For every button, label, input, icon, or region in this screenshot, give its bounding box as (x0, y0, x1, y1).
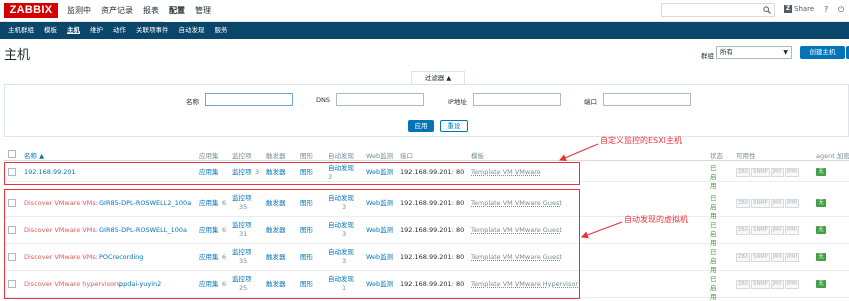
vms-annotation: 自动发现的虚拟机 (624, 215, 688, 224)
annotation-arrows (558, 143, 623, 239)
esxi-arrow (558, 143, 599, 161)
vms-arrow (580, 221, 623, 239)
esxi-annotation: 自定义监控的ESXI主机 (600, 136, 682, 145)
